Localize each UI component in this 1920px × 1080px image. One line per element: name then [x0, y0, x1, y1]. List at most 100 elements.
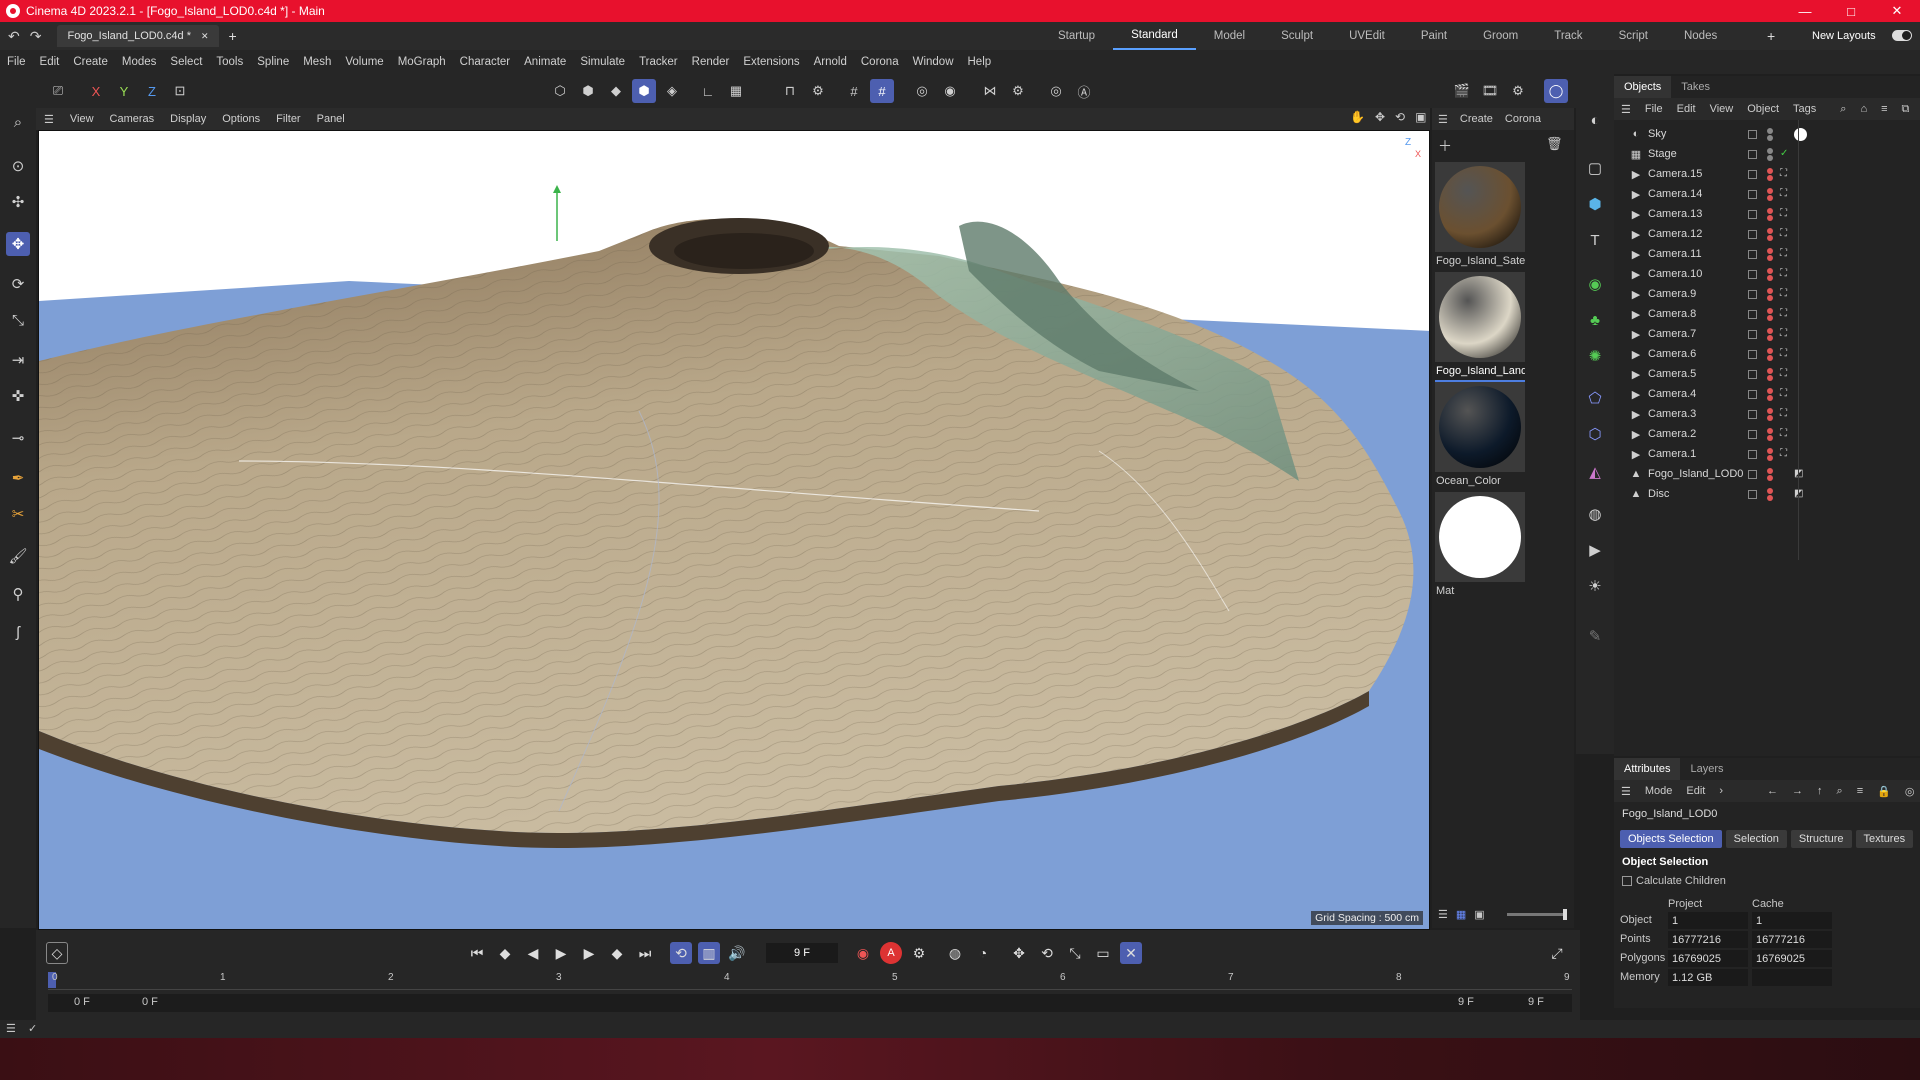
paint-brush-icon[interactable]: 🖌 — [6, 544, 30, 568]
subtab-objects-selection[interactable]: Objects Selection — [1620, 830, 1722, 848]
layer-checkbox[interactable] — [1748, 429, 1757, 439]
y-axis-lock-button[interactable]: Y — [112, 79, 136, 103]
layout-tab-paint[interactable]: Paint — [1403, 22, 1465, 50]
material-item[interactable]: Ocean_Color — [1435, 382, 1525, 490]
new-window-icon[interactable]: ⧉ — [1895, 103, 1917, 116]
render-visibility-dot[interactable] — [1767, 135, 1773, 141]
camera-target-tag-icon[interactable]: ⛶ — [1780, 228, 1792, 240]
redo-icon[interactable]: ↷ — [30, 28, 42, 45]
menu-simulate[interactable]: Simulate — [573, 56, 632, 68]
sound-icon[interactable]: 🔊 — [726, 942, 748, 964]
record-active-icon[interactable]: ◉ — [852, 942, 874, 964]
object-row[interactable]: ▶ Camera.9 ⛶ — [1614, 284, 1920, 304]
render-visibility-dot[interactable] — [1767, 455, 1773, 461]
object-menu-view[interactable]: View — [1703, 103, 1741, 115]
live-select-icon[interactable]: ✣ — [6, 190, 30, 214]
render-visibility-dot[interactable] — [1767, 295, 1773, 301]
object-menu-icon[interactable]: ☰ — [1614, 103, 1638, 116]
end-frame-field[interactable]: 9 F — [1528, 996, 1544, 1008]
enable-snap-icon[interactable]: ⊓ — [778, 79, 802, 103]
visibility-dot[interactable] — [1767, 248, 1773, 254]
camera-target-tag-icon[interactable]: ⛶ — [1780, 328, 1792, 340]
camera-target-tag-icon[interactable]: ⛶ — [1780, 168, 1792, 180]
symmetry-settings-icon[interactable]: ⚙ — [1006, 79, 1030, 103]
visibility-dot[interactable] — [1767, 188, 1773, 194]
object-row[interactable]: ▲ Fogo_Island_LOD0 ◩ — [1614, 464, 1920, 484]
object-menu-object[interactable]: Object — [1740, 103, 1786, 115]
object-row[interactable]: ▶ Camera.2 ⛶ — [1614, 424, 1920, 444]
layout-tab-script[interactable]: Script — [1601, 22, 1666, 50]
layout-tab-model[interactable]: Model — [1196, 22, 1263, 50]
render-visibility-dot[interactable] — [1767, 235, 1773, 241]
edges-mode-icon[interactable]: ⬢ — [576, 79, 600, 103]
render-visibility-dot[interactable] — [1767, 155, 1773, 161]
menu-modes[interactable]: Modes — [115, 56, 164, 68]
camera-target-tag-icon[interactable]: ⛶ — [1780, 368, 1792, 380]
layer-checkbox[interactable] — [1748, 489, 1757, 499]
menu-corona[interactable]: Corona — [854, 56, 906, 68]
material-tag-icon[interactable]: ◩ — [1794, 468, 1806, 480]
previous-frame-icon[interactable]: ◀ — [522, 942, 544, 964]
visibility-dot[interactable] — [1767, 368, 1773, 374]
select-tool-icon[interactable]: ⊙ — [6, 154, 30, 178]
visibility-dot[interactable] — [1767, 208, 1773, 214]
close-tab-icon[interactable]: ✕ — [201, 31, 209, 42]
tab-takes[interactable]: Takes — [1671, 76, 1720, 98]
effector-icon[interactable]: ✺ — [1583, 344, 1607, 368]
placement-tool-icon[interactable]: ✜ — [6, 384, 30, 408]
render-visibility-dot[interactable] — [1767, 435, 1773, 441]
environment-icon[interactable]: ◍ — [1583, 502, 1607, 526]
mograph-icon[interactable]: ◭ — [1583, 460, 1607, 484]
keyframe-icon[interactable]: ◇ — [46, 942, 68, 964]
object-row[interactable]: ▶ Camera.1 ⛶ — [1614, 444, 1920, 464]
camera-target-tag-icon[interactable]: ⛶ — [1780, 288, 1792, 300]
go-to-start-icon[interactable]: ⏮ — [466, 942, 488, 964]
z-axis-lock-button[interactable]: Z — [140, 79, 164, 103]
layer-checkbox[interactable] — [1748, 149, 1757, 159]
soft-selection-icon[interactable]: ◎ — [910, 79, 934, 103]
light-object-icon[interactable]: ☀ — [1583, 574, 1607, 598]
scale-track-icon[interactable]: ⤡ — [1064, 942, 1086, 964]
render-visibility-dot[interactable] — [1767, 275, 1773, 281]
render-visibility-dot[interactable] — [1767, 195, 1773, 201]
spline-tools-icon[interactable]: ✂ — [6, 502, 30, 526]
key-settings-icon[interactable]: ⚙ — [908, 942, 930, 964]
menu-tools[interactable]: Tools — [209, 56, 250, 68]
menu-file[interactable]: File — [0, 56, 33, 68]
material-item[interactable]: Fogo_Island_Satel — [1435, 162, 1525, 270]
search-icon[interactable]: ⌕ — [1833, 103, 1853, 116]
viewport-menu-options[interactable]: Options — [214, 113, 268, 125]
grid-snap-icon[interactable]: # — [870, 79, 894, 103]
tab-objects[interactable]: Objects — [1614, 76, 1672, 98]
x-axis-lock-button[interactable]: X — [84, 79, 108, 103]
rotate-view-icon[interactable]: ⟲ — [1395, 110, 1405, 124]
rotate-tool-icon[interactable]: ⟳ — [6, 272, 30, 296]
axis-mode-icon[interactable]: ∟ — [696, 79, 720, 103]
add-layout-button[interactable]: + — [1767, 28, 1775, 44]
object-row[interactable]: ▶ Camera.5 ⛶ — [1614, 364, 1920, 384]
arnold-icon[interactable]: Ⓐ — [1072, 79, 1096, 103]
visibility-dot[interactable] — [1767, 348, 1773, 354]
coordinate-system-icon[interactable]: ⊡ — [168, 79, 192, 103]
back-arrow-icon[interactable]: ← — [1760, 785, 1785, 797]
layer-checkbox[interactable] — [1748, 129, 1757, 139]
layer-checkbox[interactable] — [1748, 209, 1757, 219]
camera-target-tag-icon[interactable]: ⛶ — [1780, 188, 1792, 200]
object-row[interactable]: ▦ Stage ✓ — [1614, 144, 1920, 164]
menu-select[interactable]: Select — [163, 56, 209, 68]
undo-icon[interactable]: ↶ — [8, 28, 20, 45]
transform-tool-icon[interactable]: ⇥ — [6, 348, 30, 372]
filter-icon[interactable]: ≡ — [1850, 785, 1870, 797]
visibility-dot[interactable] — [1767, 408, 1773, 414]
render-visibility-dot[interactable] — [1767, 215, 1773, 221]
range-start-field[interactable]: 0 F — [142, 996, 158, 1008]
tag-icon[interactable]: ✎ — [1583, 624, 1607, 648]
document-tab[interactable]: Fogo_Island_LOD0.c4d * ✕ — [57, 25, 219, 47]
camera-target-tag-icon[interactable]: ⛶ — [1780, 208, 1792, 220]
subtab-structure[interactable]: Structure — [1790, 830, 1852, 848]
layout-tab-standard[interactable]: Standard — [1113, 22, 1196, 50]
delete-material-icon[interactable]: 🗑 — [1546, 136, 1563, 152]
object-row[interactable]: ▶ Camera.11 ⛶ — [1614, 244, 1920, 264]
checkmark-icon[interactable]: ✓ — [1780, 148, 1792, 160]
render-visibility-dot[interactable] — [1767, 375, 1773, 381]
